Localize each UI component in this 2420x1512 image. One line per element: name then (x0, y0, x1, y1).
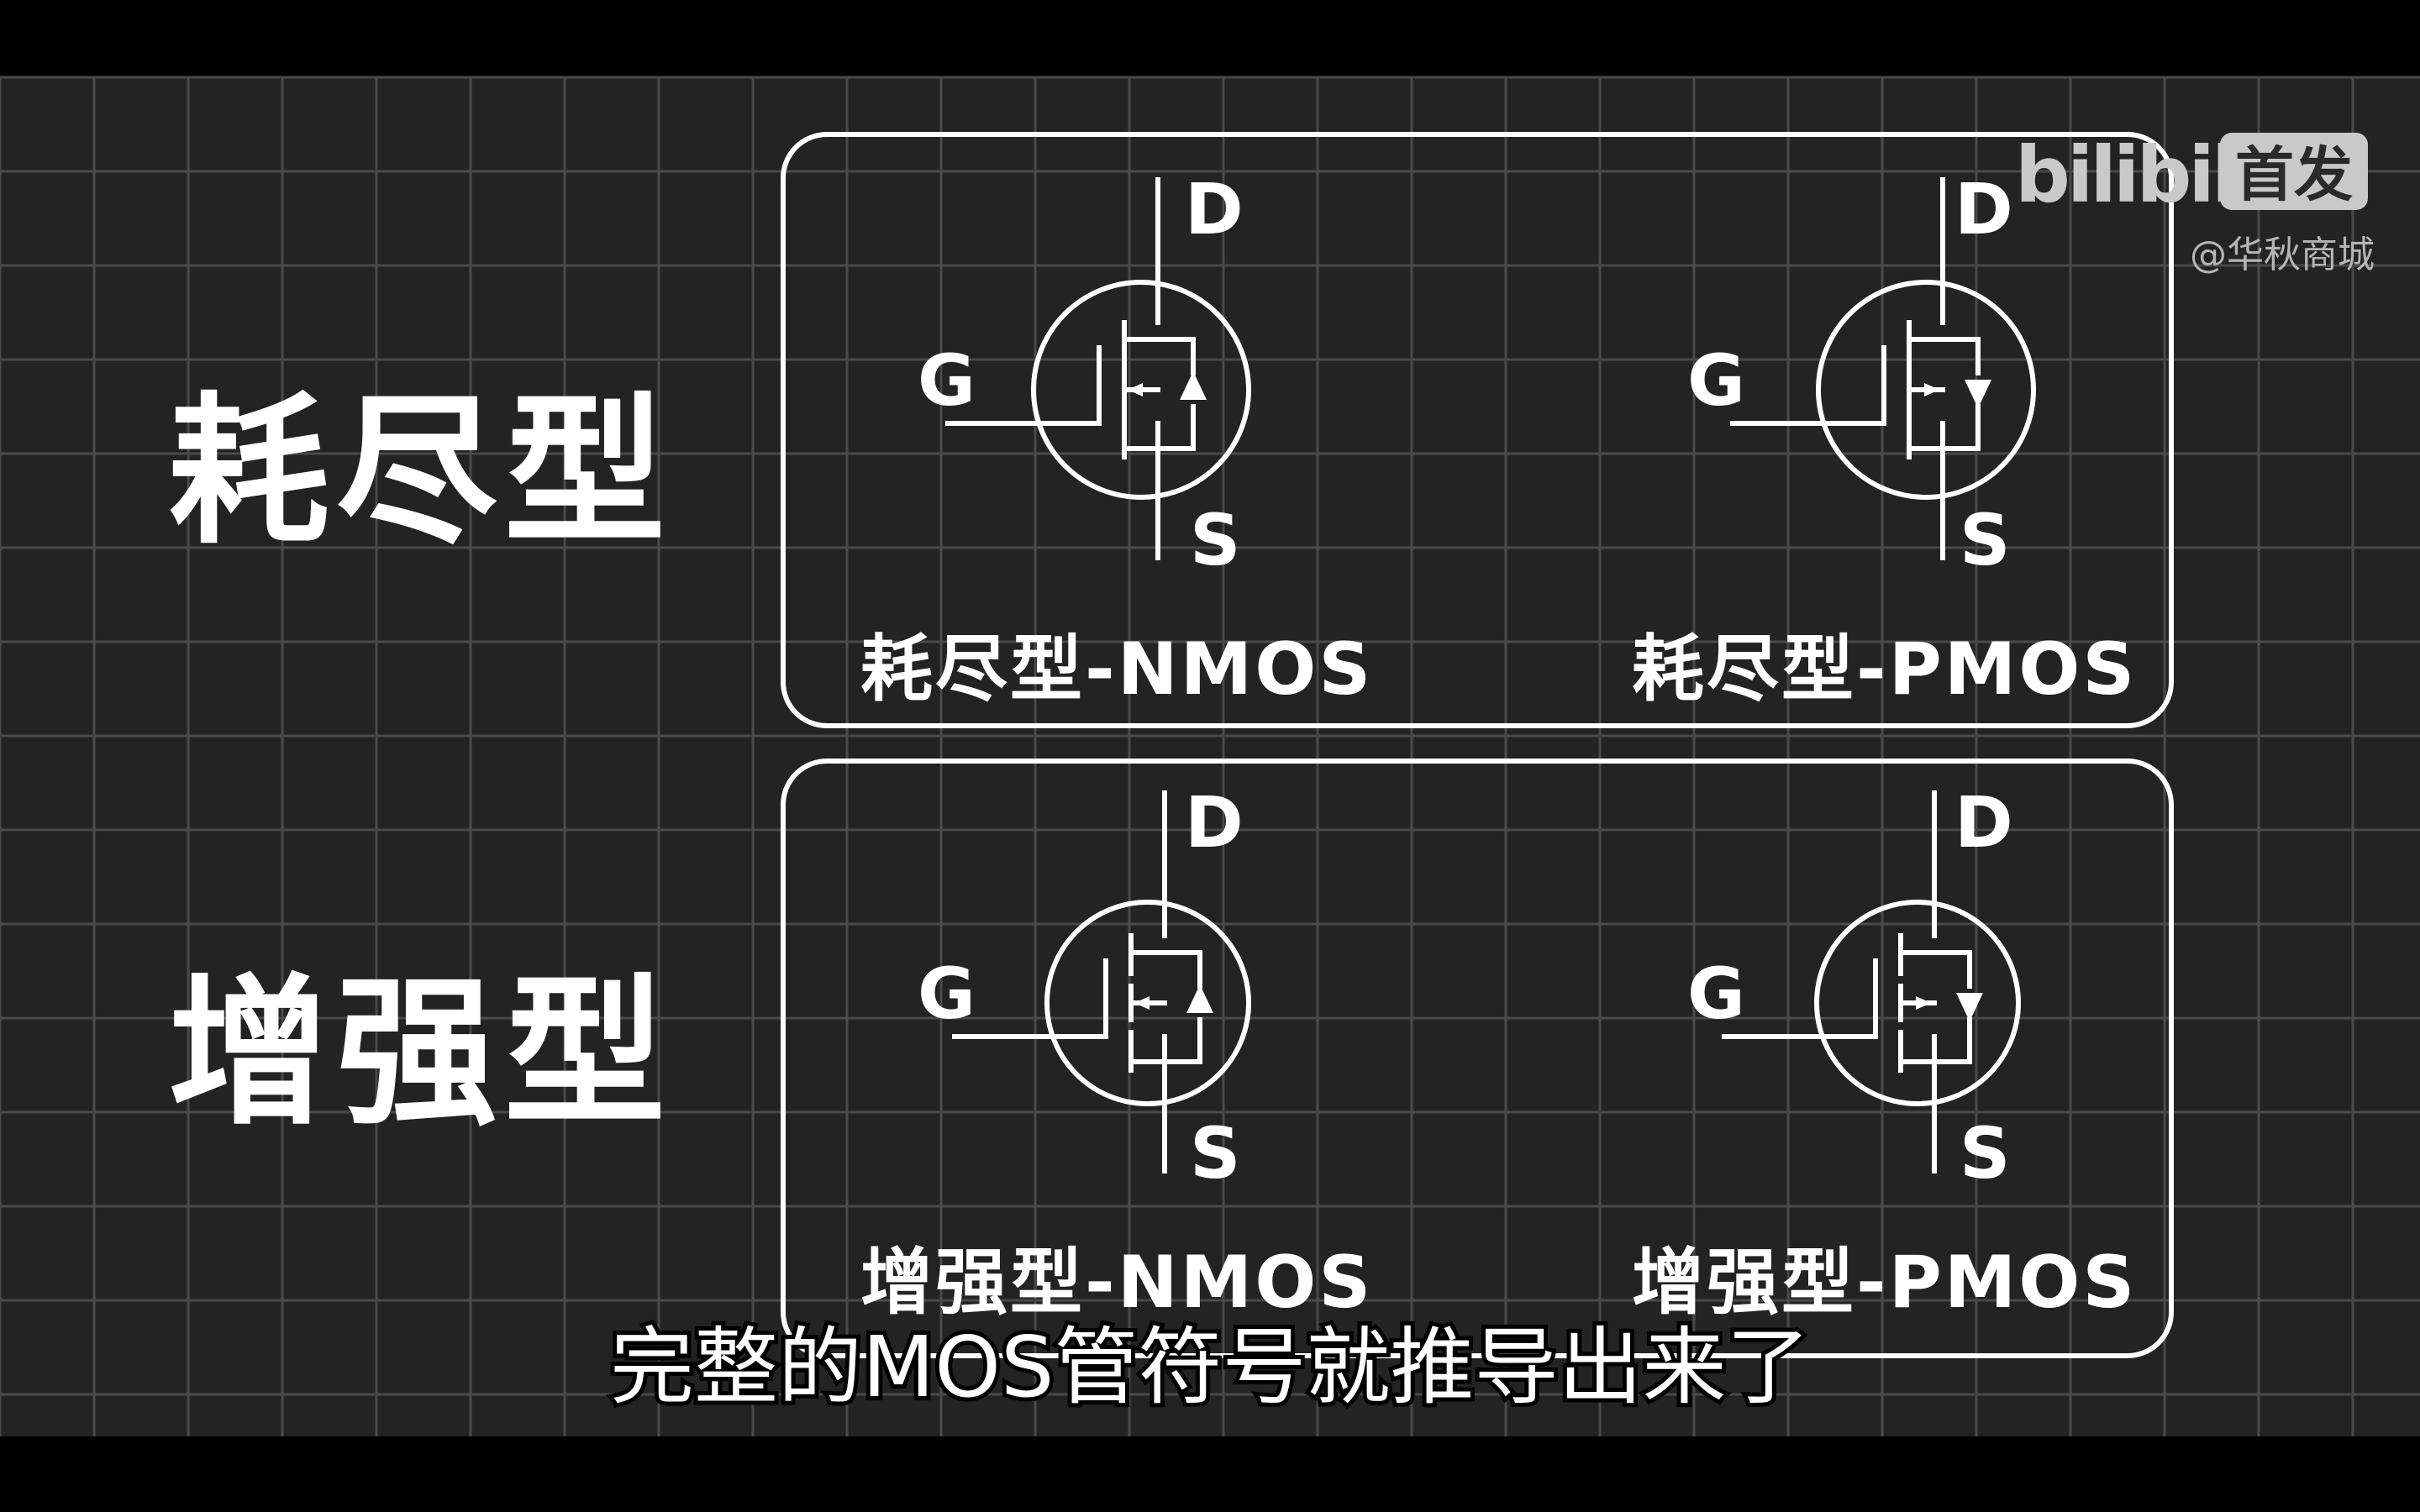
terminal-label-s: S (1960, 1112, 2011, 1194)
symbol-label-depletion-pmos: 耗尽型-PMOS (1632, 627, 2137, 711)
video-frame: 耗尽型 增强型 D G S D G S D G S D G S 耗尽型-NMOS… (0, 0, 2420, 1512)
terminal-label-g: G (918, 339, 976, 422)
terminal-label-s: S (1190, 499, 1241, 581)
terminal-label-s: S (1190, 1112, 1241, 1194)
symbol-label-enhancement-pmos: 增强型-PMOS (1632, 1241, 2137, 1325)
premiere-badge-text: 首发 (2235, 140, 2353, 209)
uploader-handle: @华秋商城 (2190, 234, 2375, 276)
terminal-label-d: D (1185, 781, 1244, 864)
terminal-label-g: G (1687, 953, 1745, 1035)
diagram-background (0, 77, 2420, 1436)
terminal-label-g: G (918, 953, 976, 1035)
symbol-label-enhancement-nmos: 增强型-NMOS (860, 1241, 1373, 1325)
row-title-depletion: 耗尽型 (168, 379, 672, 566)
row-title-enhancement: 增强型 (168, 960, 672, 1147)
terminal-label-s: S (1960, 499, 2011, 581)
symbol-label-depletion-nmos: 耗尽型-NMOS (860, 627, 1373, 711)
terminal-label-d: D (1954, 781, 2013, 864)
terminal-label-g: G (1687, 339, 1745, 422)
subtitle-caption: 完整的MOS管符号就推导出来了 (610, 1318, 1810, 1416)
terminal-label-d: D (1954, 168, 2013, 250)
terminal-label-d: D (1185, 168, 1244, 250)
